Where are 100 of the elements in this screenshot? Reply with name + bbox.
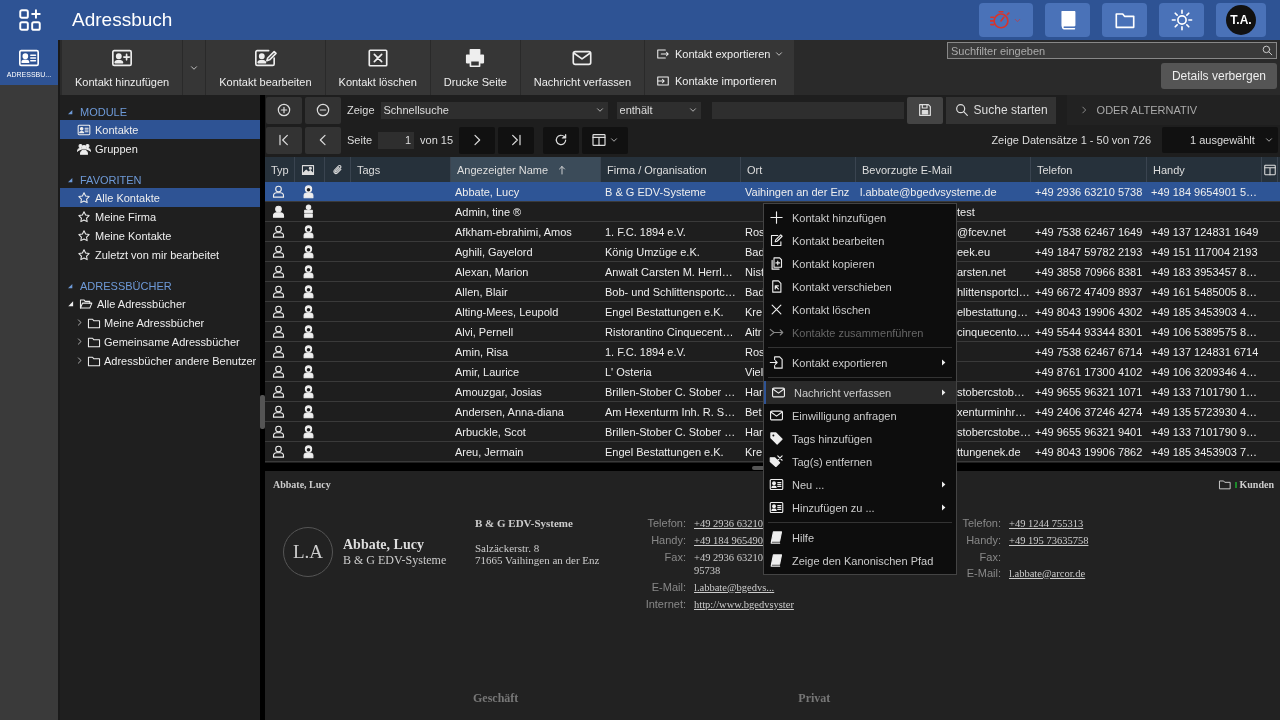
table-cell: Engel Bestattungen e.K. xyxy=(605,305,724,318)
table-row[interactable]: Abbate, Lucy B & G EDV-Systeme Vaihingen an der Enz l.abbate@bgedvsysteme.de +49 2936 63210 5738 +49 184 9654901 5… xyxy=(265,182,1280,202)
toolbar-button[interactable]: Kontakte importieren xyxy=(645,67,795,94)
menu-item[interactable]: Nachricht verfassen xyxy=(764,381,956,404)
person-icon xyxy=(271,364,286,379)
sidebar-item[interactable]: Alle Kontakte xyxy=(60,188,260,207)
add-filter-button[interactable] xyxy=(266,96,302,124)
tree-item[interactable]: Adressbücher andere Benutzer xyxy=(69,351,257,370)
splitter-handle[interactable] xyxy=(260,395,265,429)
contact-card-icon xyxy=(769,500,784,515)
field-link[interactable]: l.abbate@bgedvs... xyxy=(694,581,794,594)
submenu-arrow-icon xyxy=(939,388,948,397)
menu-item[interactable]: Hinzufügen zu ... xyxy=(764,496,956,519)
sidebar-item[interactable]: Kontakte xyxy=(60,120,260,139)
table-cell: +49 184 9654901 5… xyxy=(1151,185,1258,198)
table-cell: +49 133 7101790 1… xyxy=(1151,385,1258,398)
plus-circle-icon xyxy=(276,102,292,118)
person-icon xyxy=(271,184,286,199)
page-count: von 15 xyxy=(419,134,455,146)
table-cell: +49 185 3453903 7… xyxy=(1151,445,1258,458)
menu-item[interactable]: Zeige den Kanonischen Pfad xyxy=(764,549,956,572)
remove-filter-button[interactable] xyxy=(305,96,341,124)
toolbar-button[interactable]: Kontakt löschen xyxy=(325,40,431,95)
person-icon xyxy=(271,204,286,219)
menu-item[interactable]: Tag(s) entfernen xyxy=(764,450,956,473)
operator-select[interactable]: enthält xyxy=(616,101,701,119)
toolbar-button[interactable]: Kontakt bearbeiten xyxy=(206,40,326,95)
details-title: Abbate, Lucy xyxy=(273,479,331,490)
expanded-icon xyxy=(66,108,74,116)
field-label: Internet: xyxy=(644,598,686,611)
table-cell: +49 3858 70966 8381 xyxy=(1035,265,1143,278)
table-cell: @fcev.net xyxy=(957,225,1006,238)
filter-field-select[interactable]: Schnellsuche xyxy=(380,101,608,119)
sidebar-item[interactable]: Zuletzt von mir bearbeitet xyxy=(60,245,260,264)
columns-button[interactable] xyxy=(582,126,629,154)
section-header[interactable]: FAVORITEN xyxy=(60,172,142,188)
first-page-button[interactable] xyxy=(266,126,302,154)
columns-icon xyxy=(591,132,608,148)
menu-item[interactable]: Hilfe xyxy=(764,526,956,549)
search-icon xyxy=(953,102,970,118)
table-cell: +49 6672 47409 8937 xyxy=(1035,285,1143,298)
theme-button[interactable] xyxy=(1159,3,1204,37)
toolbar-button[interactable]: Nachricht verfassen xyxy=(520,40,646,95)
field-link[interactable]: +49 195 73635758 xyxy=(1009,534,1089,547)
hide-details-button[interactable]: Details verbergen xyxy=(1160,63,1277,89)
toolbar-button[interactable]: Drucke Seite xyxy=(430,40,521,95)
table-cell: Alvi, Pernell xyxy=(455,325,514,338)
export-icon xyxy=(655,46,672,61)
table-cell: +49 137 124831 6714 xyxy=(1151,345,1259,358)
field-label: Telefon: xyxy=(646,517,686,530)
page-label: Seite xyxy=(346,134,374,146)
tag-icon xyxy=(769,431,784,446)
field-link[interactable]: +49 1244 755313 xyxy=(1009,517,1089,530)
toolbar-button[interactable]: Kontakt exportieren xyxy=(645,40,795,67)
menu-item[interactable]: Neu ... xyxy=(764,473,956,496)
menu-item[interactable]: Tags hinzufügen xyxy=(764,427,956,450)
section-heading: Privat xyxy=(798,691,831,706)
person-icon xyxy=(271,344,286,359)
edit-contact-icon xyxy=(252,47,279,69)
tag-label: Kunden xyxy=(1239,479,1274,490)
tree-item[interactable]: Alle Adressbücher xyxy=(60,294,186,313)
table-cell: 1. F.C. 1894 e.V. xyxy=(605,345,686,358)
tree-item[interactable]: Meine Adressbücher xyxy=(69,313,205,332)
page-field[interactable]: 1 xyxy=(378,131,415,149)
field-label: Fax: xyxy=(978,551,1001,563)
star-icon xyxy=(77,247,91,262)
sidebar-item[interactable]: Meine Firma xyxy=(60,207,260,226)
table-cell: Alting-Mees, Leupold xyxy=(455,305,559,318)
user-photo-icon xyxy=(301,204,316,219)
last-page-button[interactable] xyxy=(498,126,535,154)
tree-item[interactable]: Gemeinsame Adressbücher xyxy=(69,332,240,351)
contact-card-icon xyxy=(16,47,42,69)
book-button[interactable] xyxy=(1045,3,1090,37)
table-cell: eek.eu xyxy=(957,245,991,258)
folder-button[interactable] xyxy=(1102,3,1147,37)
table-cell: elbestattung… xyxy=(957,305,1028,318)
table-cell: B & G EDV-Systeme xyxy=(605,185,706,198)
column-header[interactable]: Angezeigter Name xyxy=(451,157,601,182)
expanded-icon xyxy=(66,282,74,290)
save-filter-button[interactable] xyxy=(906,96,943,124)
search-field[interactable]: Suchfilter eingeben xyxy=(947,42,1277,59)
table-cell: arsten.net xyxy=(957,265,1006,278)
chevron-right-icon xyxy=(75,318,84,327)
refresh-button[interactable] xyxy=(543,126,580,154)
sidebar-item[interactable]: Gruppen xyxy=(60,139,260,158)
search-button[interactable]: Suche starten xyxy=(945,96,1056,124)
toolbar-button[interactable]: Kontakt hinzufügen xyxy=(62,40,184,95)
user-menu-button[interactable]: T.A. xyxy=(1216,3,1266,37)
person-icon xyxy=(271,304,286,319)
field-link[interactable]: http://www.bgedvsyster xyxy=(694,598,794,611)
sidebar-item[interactable]: Meine Kontakte xyxy=(60,226,260,245)
person-icon xyxy=(271,264,286,279)
section-header[interactable]: MODULE xyxy=(60,104,128,120)
submenu-arrow-icon xyxy=(939,480,948,489)
section-header[interactable]: ADRESSBÜCHER xyxy=(60,278,172,294)
table-cell: Kre xyxy=(745,445,763,458)
selection-dropdown[interactable]: 1 ausgewählt xyxy=(1162,127,1278,153)
field-link[interactable]: l.abbate@arcor.de xyxy=(1009,567,1089,580)
menu-item[interactable]: Kontakt hinzufügen xyxy=(764,206,956,229)
alternative-filter-toggle[interactable]: ODER ALTERNATIV xyxy=(1066,95,1280,125)
